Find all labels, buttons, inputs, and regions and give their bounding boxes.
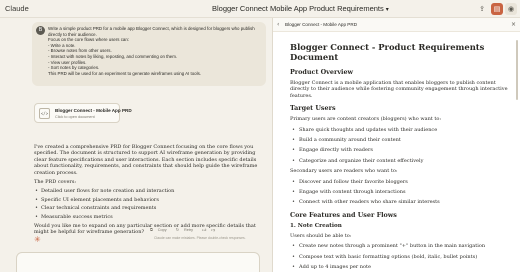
reply-intro: I've created a comprehensive PRD for Blo… <box>34 144 258 176</box>
reply-actions: ⧉ Copy ↻ Retry 👍︎ 👎︎ <box>150 227 219 235</box>
share-icon[interactable]: ⇪ <box>476 3 488 15</box>
retry-label: Retry <box>183 228 194 232</box>
retry-button[interactable]: ↻ Retry <box>176 228 197 232</box>
prd-document: Blogger Connect - Product Requirements D… <box>290 42 514 272</box>
chevron-left-icon[interactable]: ‹ <box>277 21 279 28</box>
copy-label: Copy <box>157 228 167 232</box>
list-item: Measurable success metrics <box>34 214 264 221</box>
copy-icon: ⧉ <box>150 228 153 232</box>
document-icon: </> <box>39 108 50 119</box>
primary-users-list: Share quick thoughts and updates with th… <box>290 127 514 165</box>
thumbs-up-icon[interactable]: 👍︎ <box>202 228 206 232</box>
subsection-heading: 1. Note Creation <box>290 222 342 229</box>
claude-spark-icon: ✳ <box>34 235 41 244</box>
conversation-title-text: Blogger Connect Mobile App Product Requi… <box>212 4 384 13</box>
list-item: Share quick thoughts and updates with th… <box>290 127 514 134</box>
artifact-panel-title: Blogger Connect - Mobile App PRD <box>285 22 358 27</box>
section-heading: Core Features and User Flows <box>290 210 397 219</box>
artifact-card-subtitle: Click to open document <box>55 115 95 119</box>
list-item: Specific UI element placements and behav… <box>34 197 264 204</box>
secondary-users-list: Discover and follow their favorite blogg… <box>290 179 514 207</box>
close-icon[interactable]: × <box>511 21 516 28</box>
retry-icon: ↻ <box>175 228 179 232</box>
list-item: Engage directly with readers <box>290 147 514 154</box>
list-item: Categorize and organize their content ef… <box>290 158 514 165</box>
note-creation-label: Users should be able to: <box>290 232 352 239</box>
title-bar: Claude Blogger Connect Mobile App Produc… <box>0 0 520 18</box>
list-item: Discover and follow their favorite blogg… <box>290 179 514 186</box>
list-item: Build a community around their content <box>290 137 514 144</box>
thumbs-down-icon[interactable]: 👎︎ <box>211 228 215 232</box>
artifact-scrollbar[interactable] <box>516 40 518 100</box>
list-item: Detailed user flows for note creation an… <box>34 188 264 195</box>
overview-text: Blogger Connect is a mobile application … <box>290 80 508 99</box>
user-avatar-icon[interactable]: ◉ <box>505 3 517 15</box>
conversation-title[interactable]: Blogger Connect Mobile App Product Requi… <box>212 4 389 13</box>
list-item: Engage with content through interactions <box>290 189 514 196</box>
list-item: Connect with other readers who share sim… <box>290 199 514 206</box>
app-name: Claude <box>5 4 29 13</box>
primary-users-label: Primary users are content creators (blog… <box>290 116 442 123</box>
artifact-card-title: Blogger Connect - Mobile App PRD <box>55 108 132 113</box>
list-item: Create new notes through a prominent "+"… <box>290 243 514 250</box>
chevron-down-icon: ▾ <box>385 7 389 13</box>
artifact-panel: ‹ Blogger Connect - Mobile App PRD × Blo… <box>272 18 520 272</box>
disclaimer: Claude can make mistakes. Please double-… <box>154 236 246 240</box>
doc-title: Blogger Connect - Product Requirements D… <box>290 42 485 62</box>
list-item: Add up to 4 images per note <box>290 264 514 271</box>
assistant-reply: I've created a comprehensive PRD for Blo… <box>34 144 264 239</box>
secondary-users-label: Secondary users are readers who want to: <box>290 168 398 175</box>
list-item: Clear technical constraints and requirem… <box>34 205 264 212</box>
artifact-card[interactable]: </> Blogger Connect - Mobile App PRD Cli… <box>34 103 132 123</box>
section-heading: Product Overview <box>290 68 354 76</box>
list-item: Compose text with basic formatting optio… <box>290 254 514 261</box>
message-input[interactable] <box>16 252 260 272</box>
artifact-panel-icon[interactable]: ▤ <box>491 3 503 15</box>
reply-closing: Would you like me to expand on any parti… <box>34 223 256 236</box>
reply-covers-label: The PRD covers: <box>34 179 77 186</box>
copy-button[interactable]: ⧉ Copy <box>150 228 171 232</box>
user-message-text: Write a simple product PRD for a mobile … <box>48 26 255 76</box>
user-message: B Write a simple product PRD for a mobil… <box>32 22 266 86</box>
reply-bullet-list: Detailed user flows for note creation an… <box>34 188 264 220</box>
section-heading: Target Users <box>290 104 336 113</box>
user-avatar: B <box>36 26 45 35</box>
artifact-panel-header: ‹ Blogger Connect - Mobile App PRD × <box>273 18 520 32</box>
chat-pane: B Write a simple product PRD for a mobil… <box>0 18 270 272</box>
note-creation-list: Create new notes through a prominent "+"… <box>290 243 514 271</box>
